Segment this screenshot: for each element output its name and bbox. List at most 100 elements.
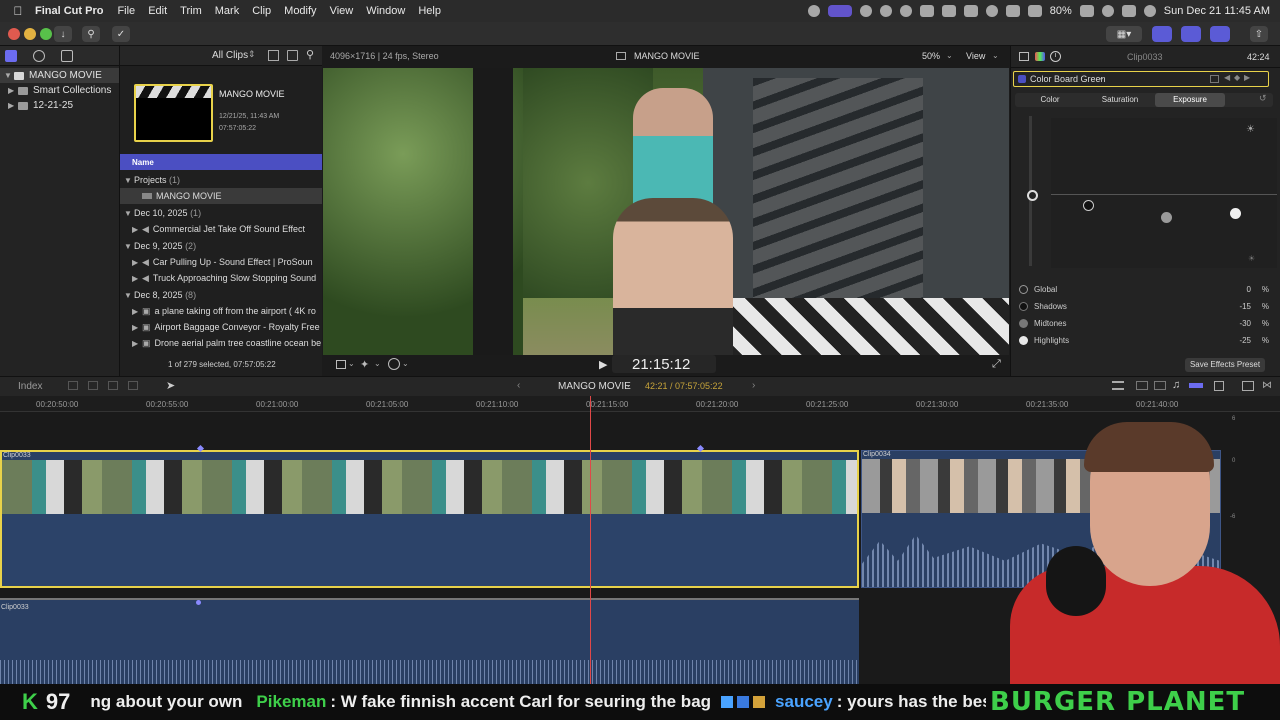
- select-tool-icon[interactable]: ➤: [166, 379, 175, 392]
- next-keyframe-icon[interactable]: ▶: [1244, 73, 1250, 82]
- close-window-button[interactable]: [8, 28, 20, 40]
- reset-icon[interactable]: ↺: [1259, 93, 1267, 104]
- display-icon[interactable]: [941, 5, 956, 17]
- clip-appearance-icon[interactable]: [1214, 381, 1224, 391]
- menu-mark[interactable]: Mark: [215, 5, 239, 17]
- play-icon[interactable]: ▶: [599, 358, 607, 371]
- search-icon[interactable]: [1101, 5, 1114, 17]
- prev-keyframe-icon[interactable]: ◀: [1224, 73, 1230, 82]
- list-item[interactable]: ▶ ◀ Car Pulling Up - Sound Effect | ProSou…: [120, 254, 323, 270]
- group-header[interactable]: ▼ Dec 8, 2025 (8): [120, 286, 323, 303]
- chevron-down-icon[interactable]: ⌄: [374, 359, 381, 368]
- playhead[interactable]: [590, 396, 591, 684]
- highlights-puck[interactable]: [1230, 208, 1241, 219]
- minimize-window-button[interactable]: [24, 28, 36, 40]
- keyboard-icon[interactable]: [963, 5, 978, 17]
- effect-enabled-checkbox[interactable]: [1018, 75, 1026, 83]
- menu-trim[interactable]: Trim: [180, 5, 202, 17]
- shadows-value[interactable]: -15: [1239, 302, 1251, 311]
- play-status-icon[interactable]: [899, 5, 912, 17]
- menu-edit[interactable]: Edit: [148, 5, 167, 17]
- exposure-board[interactable]: ☀ ☀: [1051, 118, 1277, 268]
- menu-clock[interactable]: Sun Dec 21 11:45 AM: [1164, 5, 1270, 17]
- speed-icon[interactable]: [388, 358, 400, 370]
- menu-file[interactable]: File: [117, 5, 135, 17]
- keyframe-marker[interactable]: [696, 444, 705, 453]
- zoom-fit-icon[interactable]: [1112, 381, 1124, 390]
- share-icon[interactable]: ⇧: [1250, 26, 1268, 42]
- insert-clip-icon[interactable]: [88, 381, 98, 390]
- global-value[interactable]: 0: [1247, 285, 1251, 294]
- app-name-menu[interactable]: Final Cut Pro: [35, 5, 103, 17]
- timeline[interactable]: Clip0033 Clip0034 Clip0033 6 0 -6: [0, 396, 1280, 686]
- screen-share-icon[interactable]: [827, 5, 852, 17]
- show-timeline-icon[interactable]: [1181, 26, 1201, 42]
- chevron-updown-icon[interactable]: ⇕: [248, 49, 256, 60]
- tab-color[interactable]: Color: [1015, 93, 1085, 107]
- chevron-down-icon[interactable]: ⌄: [402, 359, 409, 368]
- chevron-down-icon[interactable]: ⌄: [1098, 73, 1105, 82]
- sidebar-item-smart-collections[interactable]: ▶ Smart Collections: [0, 83, 119, 98]
- info-icon[interactable]: i: [1050, 51, 1061, 62]
- midtones-puck[interactable]: [1161, 212, 1172, 223]
- name-column-header[interactable]: Name: [120, 154, 323, 170]
- project-thumbnail[interactable]: [134, 84, 213, 142]
- clip-appearance-icon[interactable]: [268, 50, 279, 61]
- chevron-down-icon[interactable]: ⌄: [348, 359, 355, 368]
- libraries-icon[interactable]: [5, 50, 17, 62]
- photos-icon[interactable]: [33, 50, 45, 62]
- chevron-down-icon[interactable]: ⌄: [625, 380, 632, 389]
- back-arrow-icon[interactable]: ‹: [517, 380, 520, 391]
- keyword-icon[interactable]: ⚲: [82, 26, 100, 42]
- grid-icon[interactable]: [1005, 5, 1020, 17]
- keyframe-marker[interactable]: [196, 444, 205, 453]
- record-status-icon[interactable]: [807, 5, 820, 17]
- menu-modify[interactable]: Modify: [284, 5, 316, 17]
- background-tasks-icon[interactable]: ✓: [112, 26, 130, 42]
- group-header[interactable]: ▼ Dec 10, 2025 (1): [120, 204, 323, 221]
- siri-icon[interactable]: [1143, 5, 1156, 17]
- transitions-icon[interactable]: ⋈: [1262, 380, 1272, 391]
- sidebar-item-event[interactable]: ▶ 12-21-25: [0, 98, 119, 113]
- midtones-value[interactable]: -30: [1239, 319, 1251, 328]
- skimming-icon[interactable]: [1154, 381, 1166, 390]
- apple-icon[interactable]: : [11, 4, 25, 18]
- shadows-row[interactable]: Shadows -15 %: [1011, 300, 1280, 317]
- overwrite-clip-icon[interactable]: [128, 381, 138, 390]
- menu-view[interactable]: View: [330, 5, 354, 17]
- append-clip-icon[interactable]: [108, 381, 118, 390]
- forward-arrow-icon[interactable]: ›: [752, 380, 755, 391]
- camera-icon[interactable]: [859, 5, 872, 17]
- view-menu[interactable]: View: [966, 51, 985, 61]
- sidebar-item-mango-movie[interactable]: ▼ MANGO MOVIE: [0, 68, 119, 83]
- import-icon[interactable]: ↓: [54, 26, 72, 42]
- add-keyframe-icon[interactable]: ◆: [1234, 73, 1240, 82]
- volume-icon[interactable]: [919, 5, 934, 17]
- timeline-clip[interactable]: Clip0033: [0, 598, 859, 686]
- bluetooth-icon[interactable]: [985, 5, 998, 17]
- snapping-icon[interactable]: [1136, 381, 1148, 390]
- menu-clip[interactable]: Clip: [252, 5, 271, 17]
- list-item[interactable]: ▶ ◀ Truck Approaching Slow Stopping Sound: [120, 270, 323, 286]
- solo-icon[interactable]: [1189, 383, 1203, 388]
- tab-exposure[interactable]: Exposure: [1155, 93, 1225, 107]
- highlights-value[interactable]: -25: [1239, 336, 1251, 345]
- zoom-window-button[interactable]: [40, 28, 52, 40]
- list-item[interactable]: MANGO MOVIE: [120, 188, 323, 204]
- zoom-menu[interactable]: 50%: [922, 51, 940, 61]
- tab-saturation[interactable]: Saturation: [1085, 93, 1155, 107]
- effects-browser-icon[interactable]: [1242, 381, 1254, 391]
- list-item[interactable]: ▶ ◀ Commercial Jet Take Off Sound Effect: [120, 221, 323, 237]
- show-inspector-icon[interactable]: [1210, 26, 1230, 42]
- titles-icon[interactable]: [61, 50, 73, 62]
- effect-selector[interactable]: Color Board Green ⌄ ◀ ◆ ▶: [1013, 71, 1269, 87]
- list-view-icon[interactable]: [287, 50, 298, 61]
- chevron-down-icon[interactable]: ⌄: [946, 51, 953, 60]
- search-icon[interactable]: ⚲: [306, 48, 314, 61]
- battery-icon[interactable]: [1079, 5, 1094, 17]
- disclosure-open-icon[interactable]: ▼: [4, 71, 14, 80]
- list-item[interactable]: ▶ ▣ Drone aerial palm tree coastline ocean…: [120, 335, 323, 351]
- disclosure-closed-icon[interactable]: ▶: [8, 101, 18, 110]
- master-puck[interactable]: [1027, 190, 1038, 201]
- headphones-icon[interactable]: ♫: [1172, 379, 1180, 391]
